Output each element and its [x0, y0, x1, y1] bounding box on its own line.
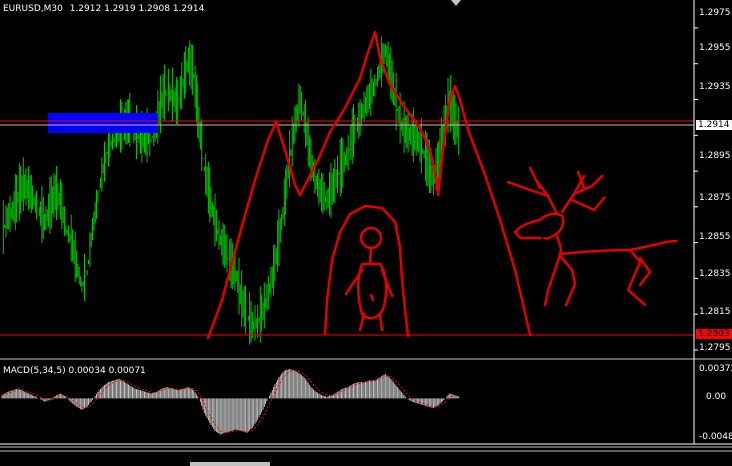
price-label: 1.2815 — [699, 307, 731, 317]
macd-axis-label: 0.00372 — [699, 364, 732, 374]
price-label: 1.2955 — [699, 43, 731, 53]
ohlc-low: 1.2908 — [138, 4, 170, 14]
macd-axis-label: -0.00484 — [699, 432, 732, 442]
ohlc-high: 1.2919 — [104, 4, 136, 14]
scrollbar-thumb[interactable] — [190, 462, 270, 466]
blue-zone-rectangle[interactable] — [48, 113, 158, 133]
current-price-tag: 1.2914 — [696, 120, 732, 130]
price-label: 1.2875 — [699, 193, 731, 203]
price-label: 1.2895 — [699, 151, 731, 161]
price-label: 1.2835 — [699, 269, 731, 279]
chart-header: EURUSD,M30 1.2912 1.2919 1.2908 1.2914 — [3, 4, 204, 14]
price-label: 1.2935 — [699, 82, 731, 92]
price-label: 1.2975 — [699, 8, 731, 18]
symbol-title: EURUSD,M30 — [3, 4, 63, 14]
ohlc-open: 1.2912 — [69, 4, 102, 14]
macd-title: MACD(5,34,5) 0.00034 0.00071 — [3, 366, 146, 376]
price-label: 1.2795 — [699, 343, 731, 353]
support-price-tag: 1.2803 — [696, 329, 732, 339]
price-label: 1.2855 — [699, 232, 731, 242]
macd-axis-label: 0.00 — [706, 392, 727, 402]
chart-canvas[interactable] — [0, 0, 732, 466]
ohlc-close: 1.2914 — [172, 4, 205, 14]
